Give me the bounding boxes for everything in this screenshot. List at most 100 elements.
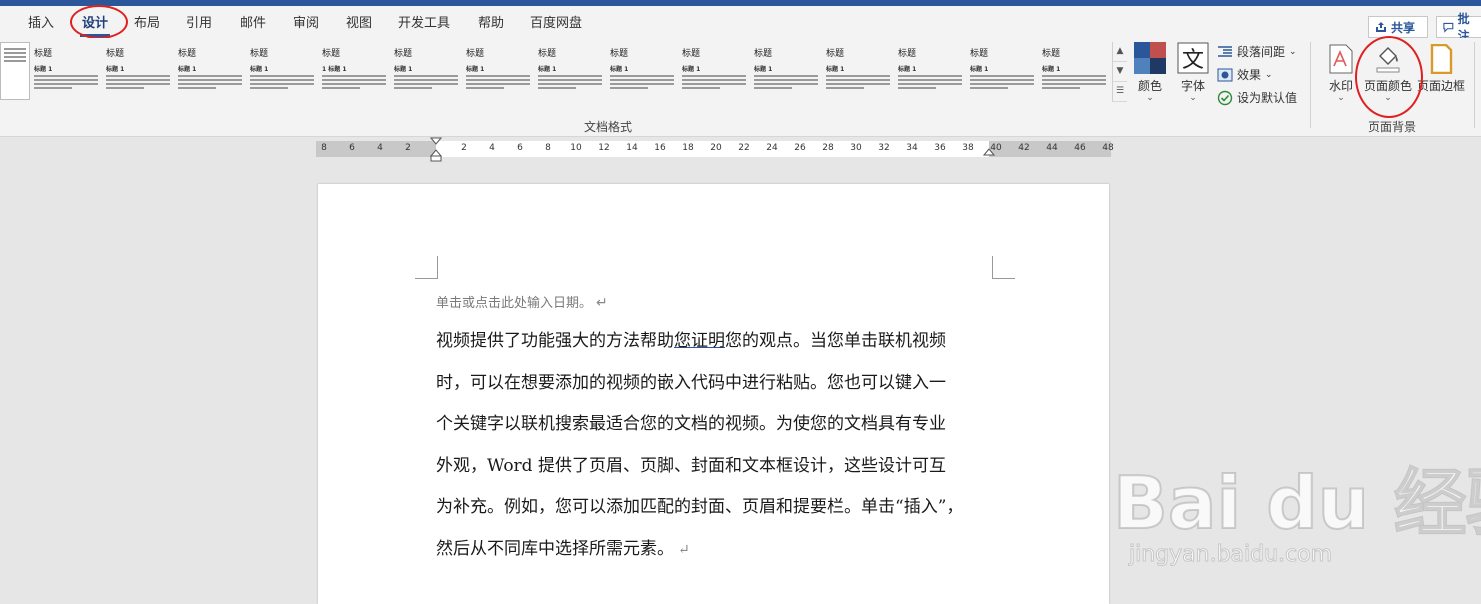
thumbnail-text-lines [754,75,818,89]
thumbnail-text-lines [682,75,746,89]
chevron-down-icon: ⌄ [1337,93,1345,103]
paragraph-spacing-button[interactable]: 段落间距 ⌄ [1217,43,1297,60]
style-set-thumbnail[interactable]: 标题 标题 1 [750,42,822,100]
tab-review[interactable]: 审阅 [293,12,319,31]
style-set-thumbnail[interactable]: 标题 标题 1 [534,42,606,100]
date-content-control[interactable]: 单击或点击此处输入日期。 ↵ [436,292,608,311]
colors-button[interactable]: 颜色 ⌄ [1132,42,1168,103]
colors-icon [1134,42,1166,74]
thumbnail-title: 标题 [898,49,917,59]
tab-view[interactable]: 视图 [346,12,372,31]
horizontal-ruler[interactable]: 8 6 4 2 2 4 6 8 10 12 14 16 18 20 22 24 26 28 30 32 34 36 38 40… [316,137,1114,162]
effects-label: 效果 [1237,68,1262,82]
thumbnail-heading: 标题 1 [250,66,269,73]
style-set-thumbnail[interactable]: 标题 标题 1 [1038,42,1110,100]
share-icon [1376,22,1386,32]
tab-references[interactable]: 引用 [186,12,212,31]
margin-corner-mark [415,256,438,279]
thumbnail-text-lines [1042,75,1106,89]
text-line: 为补充。例如，您可以添加匹配的封面、页眉和提要栏。单击“插入”， [436,497,964,518]
thumbnail-text-lines [538,75,602,89]
document-format-gallery: 标题 标题 1 标题 标题 1 标题 标题 1 标题 标题 1 标题 1 标题 1 标题 标题 1 标题… [0,42,1110,102]
set-as-default-button[interactable]: 设为默认值 [1217,89,1297,106]
page-borders-label: 页面边框 [1416,79,1465,93]
ruler-tick-label: 14 [626,143,638,153]
thumbnail-title: 标题 [34,49,53,59]
colors-label: 颜色 [1137,79,1162,93]
gallery-scroll: ▲ ▼ ☰ [1112,42,1127,102]
text-line: 视频提供了功能强大的方法帮助您证明您的观点。当您单击联机视频 [436,321,996,363]
document-page[interactable]: 单击或点击此处输入日期。 ↵ 视频提供了功能强大的方法帮助您证明您的观点。当您单击… [318,184,1109,604]
tab-baidu-netdisk[interactable]: 百度网盘 [530,12,582,31]
style-set-thumbnail[interactable]: 标题 标题 1 [30,42,102,100]
tab-design[interactable]: 设计 [79,12,111,37]
tab-layout[interactable]: 布局 [134,12,160,31]
underlined-text-run: 您证明 [674,331,725,351]
first-line-indent-icon[interactable] [430,137,442,163]
style-set-thumbnail[interactable]: 标题 标题 1 [246,42,318,100]
share-button[interactable]: 共享 [1368,16,1428,38]
ruler-tick-label: 4 [377,143,383,153]
effects-button[interactable]: 效果 ⌄ [1217,66,1273,83]
tab-mailings[interactable]: 邮件 [240,12,266,31]
ruler-tick-label: 2 [405,143,411,153]
style-set-thumbnail[interactable]: 标题 标题 1 [894,42,966,100]
style-set-thumbnail[interactable]: 标题 标题 1 [966,42,1038,100]
thumbnail-text-lines [106,75,170,89]
thumbnail-text-lines [466,75,530,89]
style-set-thumbnail[interactable]: 标题 标题 1 [174,42,246,100]
style-set-thumbnail[interactable]: 标题 标题 1 [390,42,462,100]
body-paragraph[interactable]: 视频提供了功能强大的方法帮助您证明您的观点。当您单击联机视频 时，可以在想要添加… [436,321,996,571]
group-separator [1474,42,1475,128]
thumbnail-title: 标题 [106,49,125,59]
checkmark-circle-icon [1217,90,1233,105]
style-set-current[interactable] [0,42,30,100]
effects-icon [1217,68,1233,81]
ruler-tick-label: 6 [517,143,523,153]
style-set-thumbnail[interactable]: 标题 1 标题 1 [318,42,390,100]
watermark-button[interactable]: 水印 ⌄ [1322,44,1360,103]
ruler-tick-label: 2 [461,143,467,153]
style-set-thumbnail[interactable]: 标题标题 1 [102,42,174,100]
tab-insert[interactable]: 插入 [28,12,54,31]
thumbnail-title: 标题 [754,49,773,59]
thumbnail-text-lines [34,75,98,89]
right-indent-icon[interactable] [983,148,995,160]
gallery-scroll-down[interactable]: ▼ [1113,62,1127,82]
tab-developer[interactable]: 开发工具 [398,12,450,31]
thumbnail-heading: 标题 1 [1042,66,1061,73]
thumbnail-text-lines [394,75,458,89]
style-set-thumbnail[interactable]: 标题 标题 1 [678,42,750,100]
thumbnail-title: 标题 [610,49,629,59]
share-label: 共享 [1391,20,1416,35]
svg-text:文: 文 [1182,48,1204,73]
text-run: 您的观点。当您单击联机视频 [725,331,946,351]
style-set-thumbnail[interactable]: 标题 标题 1 [462,42,534,100]
paint-bucket-icon [1376,47,1400,73]
thumbnail-heading: 1 标题 1 [322,66,347,73]
group-separator [1310,42,1311,128]
thumbnail-heading: 标题 1 [178,66,197,73]
text-line: 时，可以在想要添加的视频的嵌入代码中进行粘贴。您也可以键入一 [436,372,946,393]
ruler-tick-label: 38 [962,143,974,153]
ruler-tick-label: 34 [906,143,918,153]
page-color-button[interactable]: 页面颜色 ⌄ [1362,44,1414,103]
ruler-tick-label: 24 [766,143,778,153]
group-label-page-background: 页面背景 [1368,120,1417,134]
gallery-scroll-up[interactable]: ▲ [1113,42,1127,62]
thumbnail-heading: 标题 1 [106,66,125,73]
ribbon-tab-bar: 插入 设计 布局 引用 邮件 审阅 视图 开发工具 帮助 百度网盘 共享 批注 [0,5,1481,43]
paragraph-mark-icon: ↵ [678,541,690,558]
comments-button[interactable]: 批注 [1436,12,1481,43]
thumbnail-title: 标题 [466,49,485,59]
thumbnail-title: 标题 [970,49,989,59]
style-set-thumbnail[interactable]: 标题 标题 1 [606,42,678,100]
thumbnail-heading: 标题 1 [826,66,845,73]
watermark-logo-text: Bai du 经验 [1112,460,1481,546]
tab-help[interactable]: 帮助 [478,12,504,31]
gallery-more[interactable]: ☰ [1113,82,1127,102]
page-borders-button[interactable]: 页面边框 [1416,43,1466,94]
fonts-button[interactable]: 文 字体 ⌄ [1175,42,1211,103]
thumbnail-title: 标题 [394,49,413,59]
style-set-thumbnail[interactable]: 标题 标题 1 [822,42,894,100]
